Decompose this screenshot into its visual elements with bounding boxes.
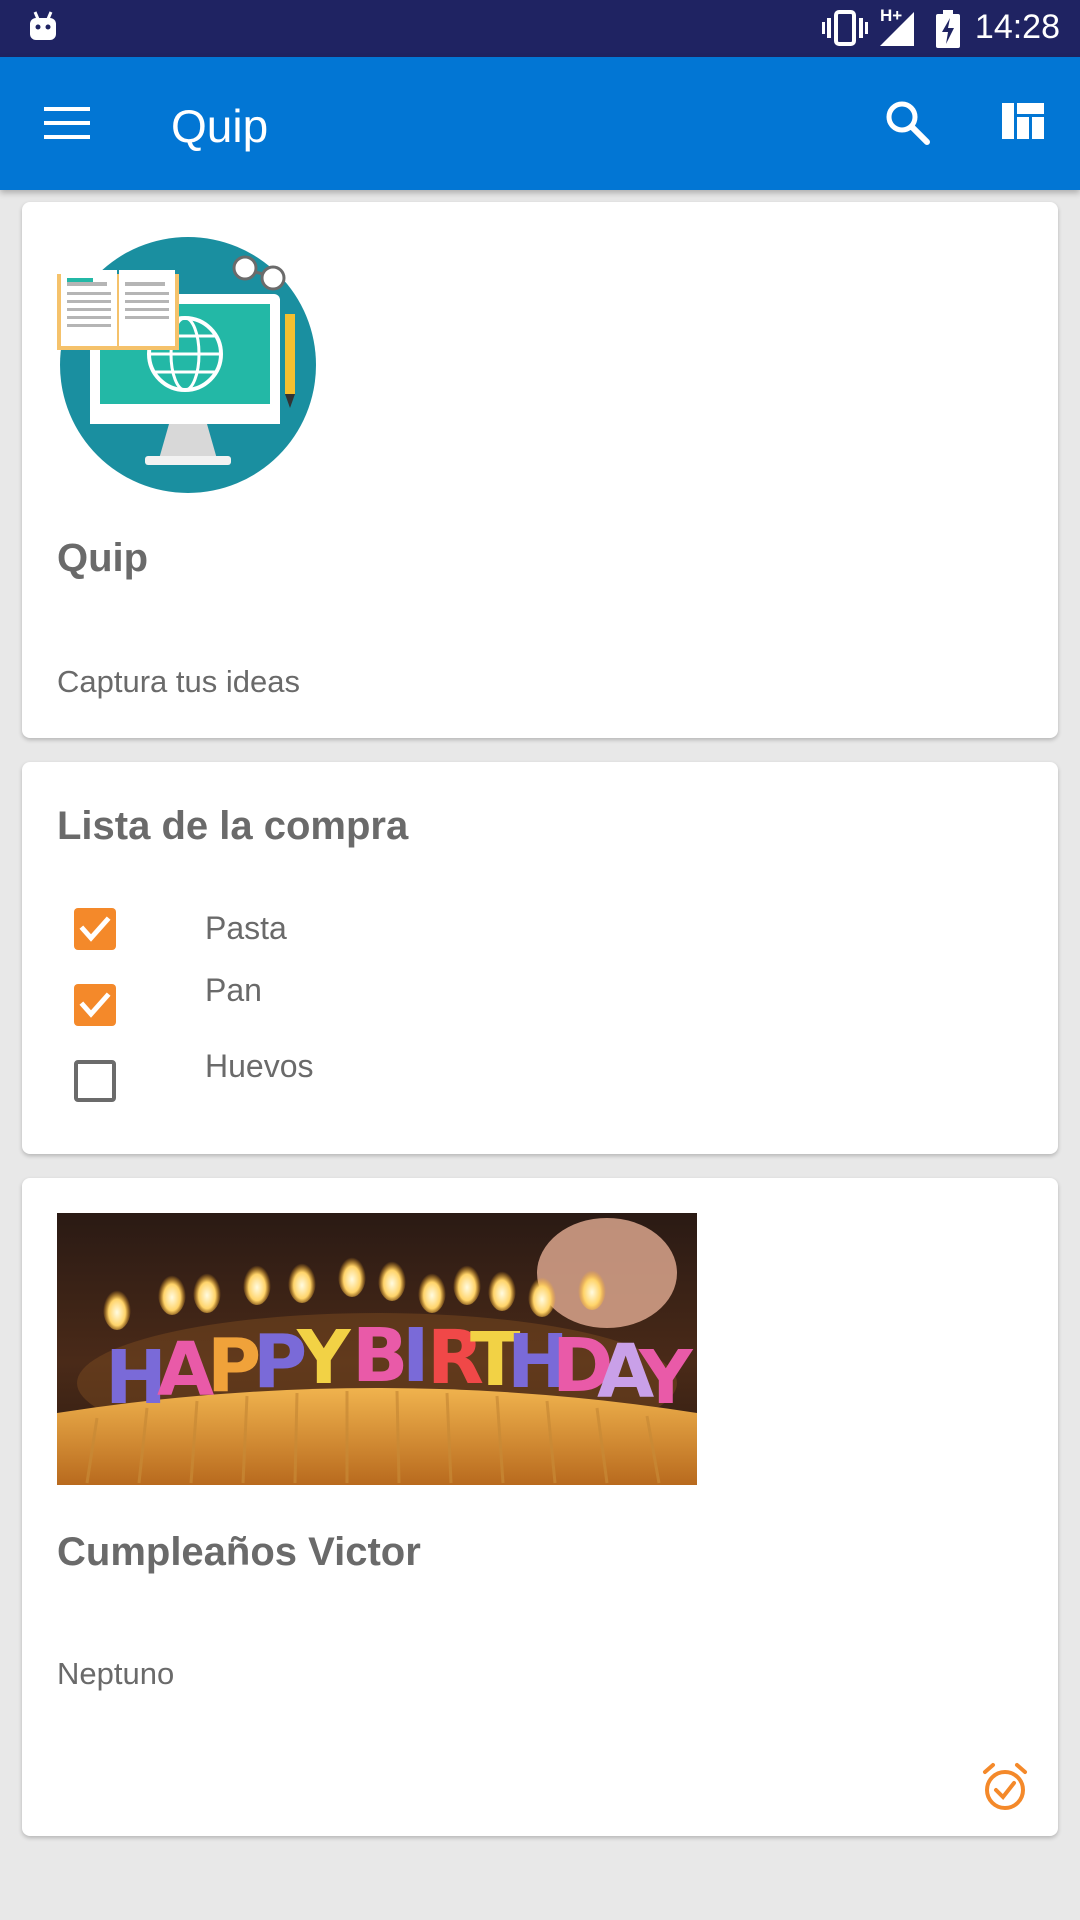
- note-title: Quip: [57, 536, 149, 580]
- battery-charging-icon: [936, 10, 960, 53]
- note-card-quip[interactable]: Quip Captura tus ideas: [22, 202, 1058, 738]
- list-item: Huevos: [22, 762, 1058, 1102]
- svg-text:B: B: [352, 1313, 408, 1399]
- app-bar: Quip: [0, 57, 1080, 190]
- svg-text:Y: Y: [638, 1335, 694, 1421]
- checkbox-checked[interactable]: [74, 908, 116, 950]
- android-icon: [28, 10, 58, 47]
- svg-text:A: A: [157, 1327, 214, 1413]
- birthday-cake-photo: H A P P Y B I R T H D A Y: [57, 1213, 697, 1485]
- app-title: Quip: [171, 100, 269, 152]
- status-bar: H+ 14:28: [0, 0, 1080, 57]
- note-title: Cumpleaños Victor: [57, 1530, 421, 1574]
- alarm-icon[interactable]: [980, 1762, 1030, 1817]
- note-subtitle: Captura tus ideas: [57, 664, 300, 699]
- layout-icon[interactable]: [1002, 103, 1044, 144]
- vibrate-icon: [822, 8, 868, 53]
- svg-text:Y: Y: [296, 1315, 352, 1401]
- checkbox-unchecked[interactable]: [74, 1060, 116, 1102]
- list-item-label: Pasta: [205, 910, 287, 946]
- list-item-label: Huevos: [205, 1048, 314, 1084]
- svg-text:I: I: [402, 1313, 430, 1399]
- status-time: 14:28: [974, 8, 1060, 46]
- computer-globe-illustration: [57, 234, 319, 501]
- checkbox-checked[interactable]: [74, 984, 116, 1026]
- list-item-label: Pan: [205, 972, 262, 1008]
- note-card-birthday[interactable]: H A P P Y B I R T H D A Y Cumpleaños Vic…: [22, 1178, 1058, 1836]
- note-card-shopping-list[interactable]: Lista de la compra Pasta Pan Huevos: [22, 762, 1058, 1154]
- note-subtitle: Neptuno: [57, 1656, 175, 1691]
- search-icon[interactable]: [884, 99, 930, 150]
- network-type: H+: [880, 6, 903, 25]
- menu-icon[interactable]: [44, 107, 90, 144]
